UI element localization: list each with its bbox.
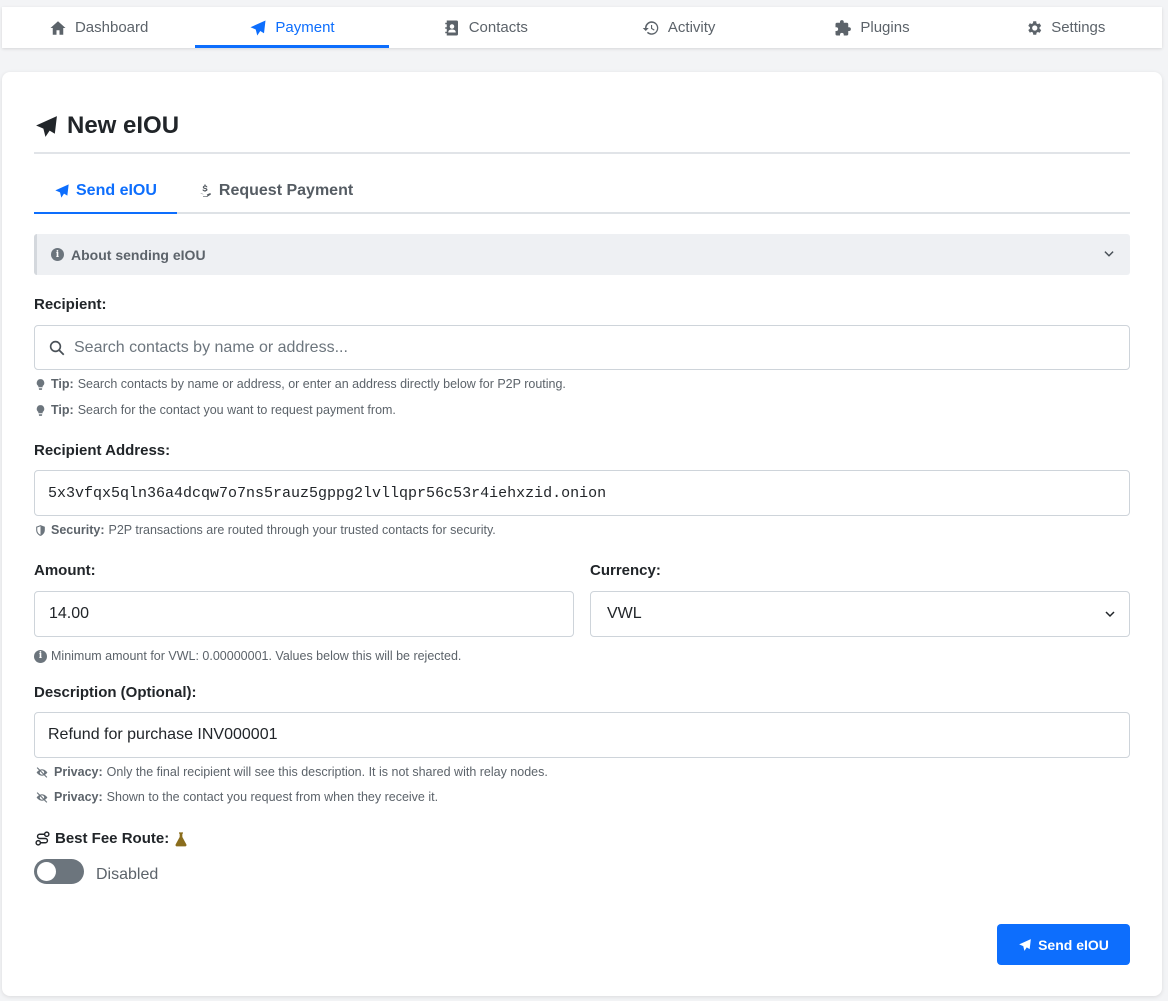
paper-plane-icon	[36, 115, 57, 137]
paper-plane-icon	[55, 184, 69, 198]
hand-holding-dollar-icon	[198, 184, 211, 197]
recipient-tip-2: Tip: Search for the contact you want to …	[34, 403, 396, 417]
tab-plugins[interactable]: Plugins	[775, 7, 968, 48]
tab-activity-label: Activity	[667, 19, 716, 36]
puzzle-icon	[835, 19, 852, 35]
paper-plane-icon	[1019, 938, 1031, 951]
security-text: P2P transactions are routed through your…	[108, 523, 496, 537]
tab-contacts-label: Contacts	[468, 19, 528, 36]
shield-icon	[36, 524, 45, 536]
home-icon	[50, 20, 66, 35]
currency-label: Currency:	[590, 562, 661, 579]
chevron-down-icon	[1104, 251, 1114, 257]
history-icon	[642, 20, 659, 35]
top-navigation: Dashboard Payment Contacts Activity Plug…	[2, 7, 1162, 48]
recipient-address-input[interactable]	[48, 484, 1116, 502]
paper-plane-icon	[250, 20, 266, 35]
tab-settings[interactable]: Settings	[969, 7, 1162, 48]
eye-slash-icon	[36, 791, 48, 803]
tab-payment-label: Payment	[275, 19, 335, 36]
minimum-amount-note: i Minimum amount for VWL: 0.00000001. Va…	[34, 649, 461, 663]
title-divider	[34, 152, 1130, 154]
chevron-down-icon	[1105, 611, 1115, 618]
privacy-note-1: Privacy: Only the final recipient will s…	[34, 765, 548, 779]
route-icon	[35, 831, 50, 846]
address-book-icon	[444, 20, 458, 35]
tab-payment[interactable]: Payment	[195, 7, 389, 48]
tip-text: Search for the contact you want to reque…	[77, 403, 396, 417]
tip-text: Search contacts by name or address, or e…	[77, 377, 566, 391]
privacy-label: Privacy:	[54, 790, 103, 804]
lightbulb-icon	[36, 404, 45, 416]
about-sending-toggle[interactable]: i About sending eIOU	[34, 234, 1130, 275]
eye-slash-icon	[36, 766, 48, 778]
security-label: Security:	[51, 523, 105, 537]
tip-label: Tip:	[51, 377, 74, 391]
description-field[interactable]	[34, 712, 1130, 758]
amount-input[interactable]	[49, 605, 560, 623]
subtab-request[interactable]: Request Payment	[177, 170, 373, 214]
tab-dashboard-label: Dashboard	[74, 19, 149, 36]
send-eiou-button[interactable]: Send eIOU	[997, 924, 1130, 965]
currency-selected-value: VWL	[607, 605, 642, 622]
info-icon: i	[34, 649, 47, 663]
recipient-tip-1: Tip: Search contacts by name or address,…	[34, 377, 566, 391]
security-note: Security: P2P transactions are routed th…	[34, 523, 496, 537]
recipient-label: Recipient:	[34, 296, 107, 313]
page-title-text: New eIOU	[67, 112, 180, 139]
currency-select[interactable]: VWL	[590, 591, 1130, 637]
lightbulb-icon	[36, 378, 45, 390]
privacy-text: Only the final recipient will see this d…	[106, 765, 548, 779]
privacy-label: Privacy:	[54, 765, 103, 779]
best-fee-route-state: Disabled	[96, 866, 159, 883]
best-fee-route-label: Best Fee Route:	[34, 830, 189, 847]
page-title: New eIOU	[34, 112, 179, 140]
amount-label: Amount:	[34, 562, 96, 579]
info-icon: i	[51, 248, 64, 261]
tab-contacts[interactable]: Contacts	[389, 7, 582, 48]
privacy-note-2: Privacy: Shown to the contact you reques…	[34, 790, 438, 804]
tab-plugins-label: Plugins	[860, 19, 910, 36]
search-icon	[49, 340, 65, 355]
tab-activity[interactable]: Activity	[582, 7, 775, 48]
description-label: Description (Optional):	[34, 684, 197, 701]
send-eiou-label: Send eIOU	[1038, 936, 1109, 953]
gear-icon	[1028, 20, 1042, 35]
subtab-request-label: Request Payment	[218, 182, 354, 199]
payment-card: New eIOU Send eIOU Request Payment i Abo…	[2, 72, 1162, 996]
recipient-search-input[interactable]	[74, 338, 1116, 357]
tip-label: Tip:	[51, 403, 74, 417]
subtab-send[interactable]: Send eIOU	[34, 170, 177, 214]
tab-dashboard[interactable]: Dashboard	[2, 7, 195, 48]
minimum-amount-text: Minimum amount for VWL: 0.00000001. Valu…	[51, 649, 462, 663]
flask-icon	[175, 831, 187, 846]
privacy-text: Shown to the contact you request from wh…	[106, 790, 439, 804]
recipient-address-field[interactable]	[34, 470, 1130, 516]
toggle-knob	[37, 862, 56, 881]
recipient-address-label: Recipient Address:	[34, 442, 171, 459]
amount-field[interactable]	[34, 591, 574, 637]
tab-settings-label: Settings	[1051, 19, 1106, 36]
payment-subtabs: Send eIOU Request Payment	[34, 170, 1130, 214]
about-sending-label: About sending eIOU	[71, 246, 206, 263]
description-input[interactable]	[48, 726, 1116, 744]
recipient-search-field[interactable]	[34, 325, 1130, 370]
subtab-send-label: Send eIOU	[76, 182, 157, 199]
best-fee-route-text: Best Fee Route:	[55, 830, 170, 847]
best-fee-route-toggle[interactable]	[34, 859, 84, 884]
